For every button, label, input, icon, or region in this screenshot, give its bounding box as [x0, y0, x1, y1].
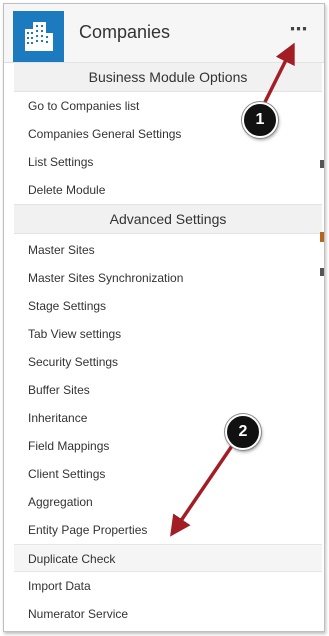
- menu-item-duplicate-check[interactable]: Duplicate Check: [14, 544, 322, 572]
- more-options-button[interactable]: ⋯: [286, 20, 312, 41]
- menu-item-list-settings[interactable]: List Settings: [14, 148, 322, 176]
- background-page-fragment: [320, 232, 324, 242]
- menu-item-buffer-sites[interactable]: Buffer Sites: [14, 376, 322, 404]
- menu-item-delete-module[interactable]: Delete Module: [14, 176, 322, 204]
- menu-item-client-settings[interactable]: Client Settings: [14, 460, 322, 488]
- module-options-panel: Companies ⋯ Business Module Options Go t…: [3, 3, 325, 632]
- menu-item-entity-page-properties[interactable]: Entity Page Properties: [14, 516, 322, 544]
- section-header-business-module-options: Business Module Options: [14, 62, 322, 92]
- menu-item-master-sites[interactable]: Master Sites: [14, 236, 322, 264]
- menu-item-master-sites-synchronization[interactable]: Master Sites Synchronization: [14, 264, 322, 292]
- menu-item-import-data[interactable]: Import Data: [14, 572, 322, 600]
- menu-item-aggregation[interactable]: Aggregation: [14, 488, 322, 516]
- annotation-marker-2: 2: [225, 414, 261, 450]
- background-page-fragment: [320, 160, 324, 168]
- background-page-fragment: [320, 268, 324, 276]
- page-title: Companies: [79, 22, 171, 42]
- menu-item-inheritance[interactable]: Inheritance: [14, 404, 322, 432]
- menu-item-security-settings[interactable]: Security Settings: [14, 348, 322, 376]
- menu-item-numerator-service[interactable]: Numerator Service: [14, 600, 322, 628]
- section-header-advanced-settings: Advanced Settings: [14, 204, 322, 234]
- annotation-marker-1: 1: [242, 102, 278, 138]
- panel-header: Companies ⋯: [4, 4, 324, 63]
- menu-item-stage-settings[interactable]: Stage Settings: [14, 292, 322, 320]
- menu-item-tab-view-settings[interactable]: Tab View settings: [14, 320, 322, 348]
- menu-item-field-mappings[interactable]: Field Mappings: [14, 432, 322, 460]
- building-icon: [13, 11, 64, 62]
